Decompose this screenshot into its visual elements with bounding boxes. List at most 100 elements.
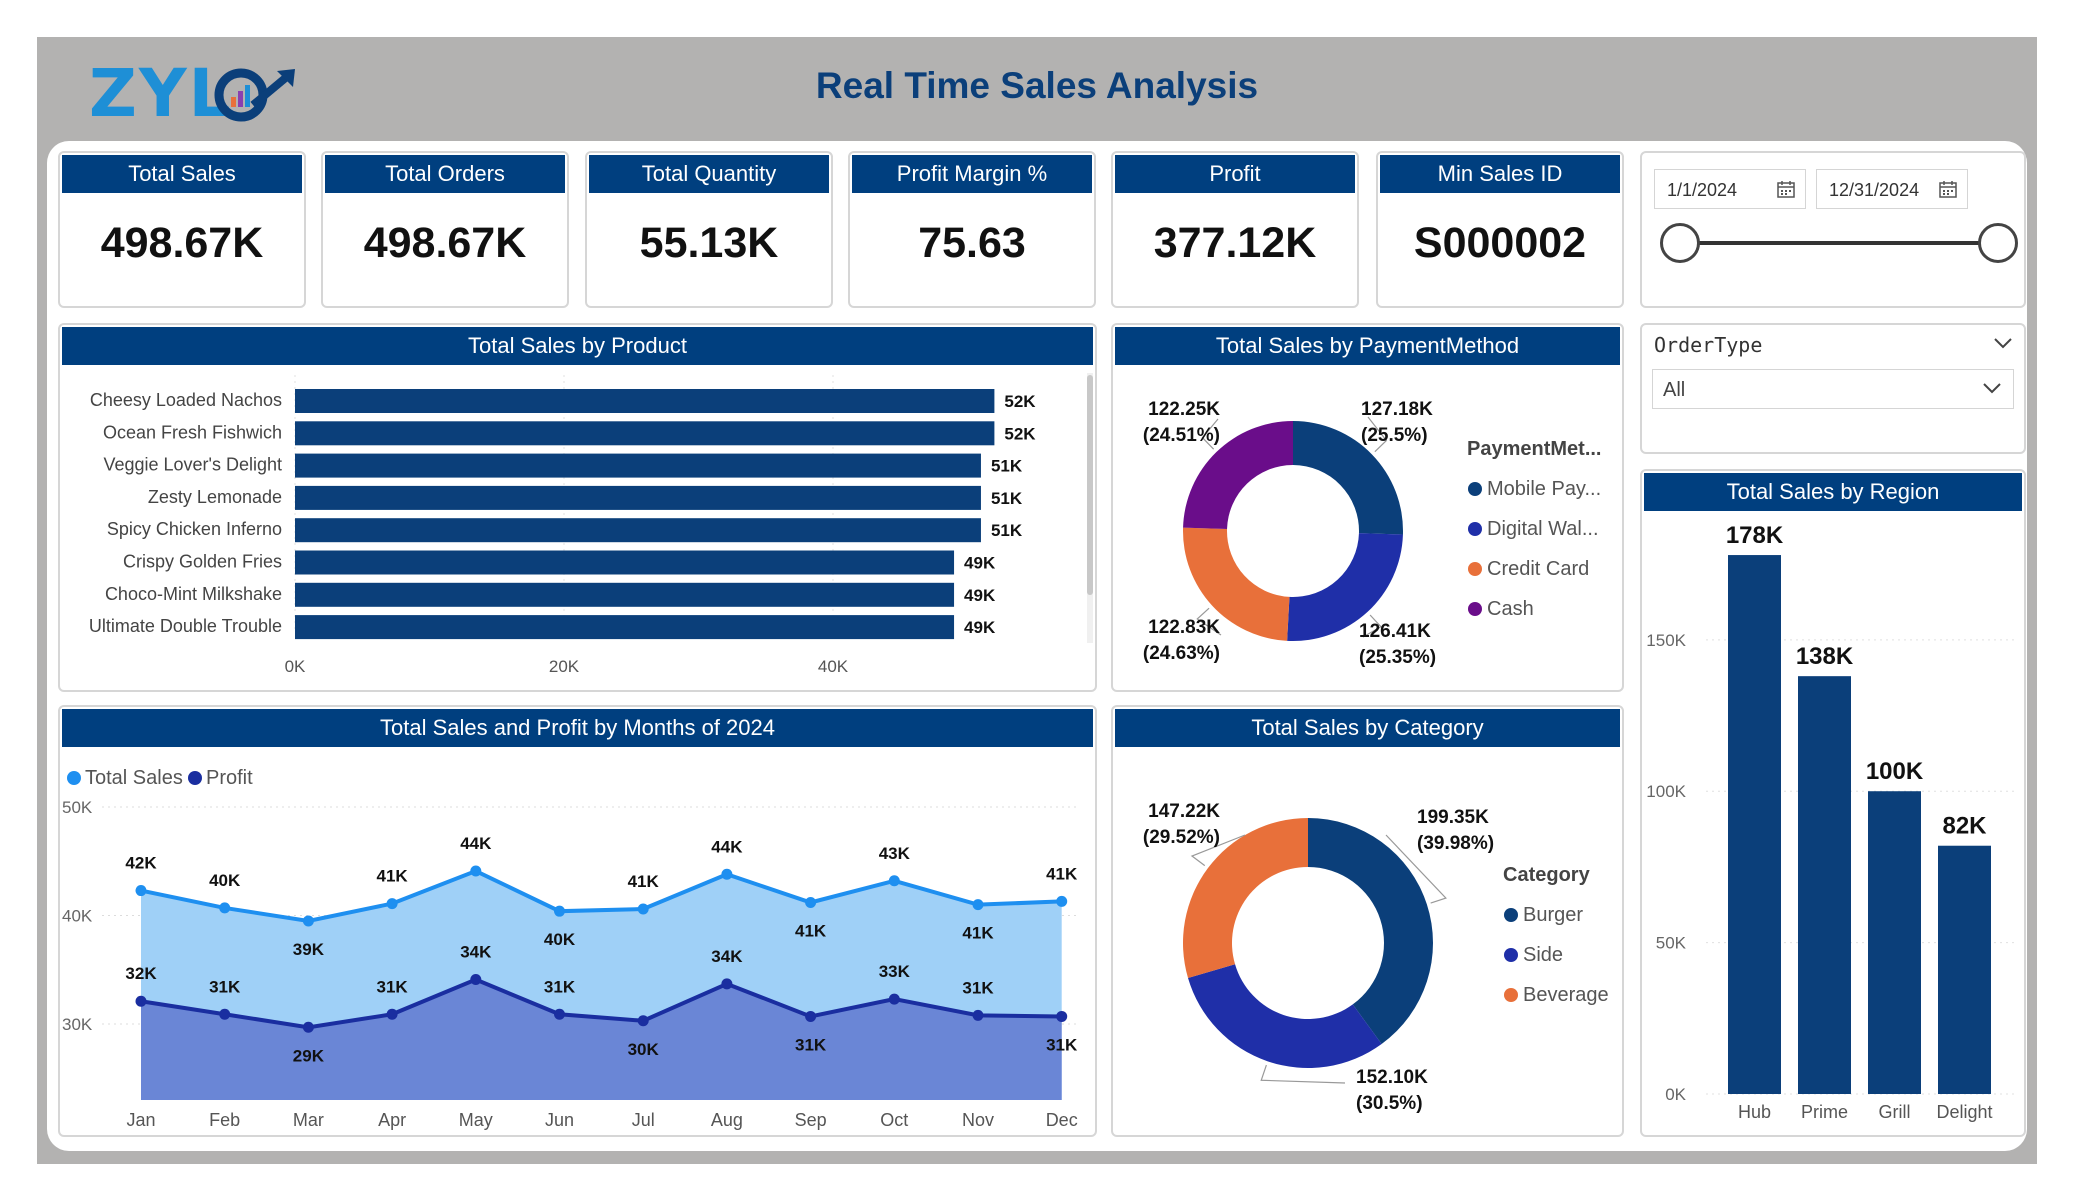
legend-item: Digital Wal...: [1487, 518, 1599, 540]
kpi-label: Profit: [1115, 155, 1355, 193]
order-type-dropdown[interactable]: All: [1652, 369, 2014, 409]
slice-percent-label: (24.63%): [1143, 643, 1220, 664]
bar: [295, 485, 981, 510]
slice-value-label: 152.10K: [1356, 1067, 1428, 1088]
legend-title: Category: [1503, 864, 1591, 886]
total-sales-data-label: 43K: [879, 844, 911, 863]
data-label: 178K: [1726, 522, 1784, 549]
x-tick-label: 40K: [818, 657, 849, 676]
y-category-label: Ocean Fresh Fishwich: [103, 422, 282, 442]
profit-data-label: 33K: [879, 962, 911, 981]
y-category-label: Ultimate Double Trouble: [89, 616, 282, 636]
kpi-card-profit[interactable]: Profit 377.12K: [1111, 151, 1359, 308]
slice-value-label: 147.22K: [1148, 801, 1220, 822]
x-category-label: Nov: [962, 1110, 994, 1130]
legend-marker: [1468, 602, 1482, 616]
profit-point: [386, 1008, 398, 1020]
profit-point: [1056, 1010, 1068, 1022]
legend-marker: [1468, 562, 1482, 576]
scrollbar-thumb[interactable]: [1087, 375, 1093, 595]
profit-point: [219, 1008, 231, 1020]
chart-title: Total Sales by Category: [1115, 709, 1620, 747]
y-category-label: Choco-Mint Milkshake: [105, 584, 282, 604]
kpi-label: Min Sales ID: [1380, 155, 1620, 193]
profit-point: [972, 1009, 984, 1021]
donut-slice: [1308, 818, 1433, 1045]
profit-data-label: 30K: [628, 1040, 660, 1059]
legend-marker: [1468, 522, 1482, 536]
slice-value-label: 127.18K: [1361, 399, 1433, 420]
legend-item: Side: [1523, 944, 1563, 966]
x-tick-label: 0K: [285, 657, 306, 676]
payment-donut-chart: 127.18K (25.5%) 126.41K (25.35%) 122.83K (24.…: [1143, 399, 1602, 668]
y-tick-label: 50K: [62, 798, 93, 817]
x-category-label: Mar: [293, 1110, 324, 1130]
bar: [1728, 555, 1781, 1094]
bar: [295, 615, 955, 640]
y-category-label: Veggie Lover's Delight: [103, 455, 282, 475]
profit-data-label: 31K: [377, 977, 409, 996]
slice-percent-label: (39.98%): [1417, 833, 1494, 854]
order-type-title: OrderType: [1654, 333, 1763, 357]
profit-data-label: 31K: [962, 978, 994, 997]
total-sales-data-label: 42K: [125, 854, 157, 873]
bar: [1938, 845, 1991, 1094]
kpi-card-total-sales[interactable]: Total Sales 498.67K: [58, 151, 306, 308]
payment-method-chart: Total Sales by PaymentMethod 127.18K (25.…: [1111, 323, 1624, 692]
x-category-label: Aug: [711, 1110, 743, 1130]
kpi-card-total-orders[interactable]: Total Orders 498.67K: [321, 151, 569, 308]
profit-data-label: 31K: [544, 977, 576, 996]
bar: [295, 389, 995, 413]
slice-percent-label: (29.52%): [1143, 827, 1220, 848]
end-date-input[interactable]: 12/31/2024: [1816, 169, 1968, 209]
y-tick-label: 150K: [1646, 631, 1686, 650]
profit-data-label: 31K: [1046, 1035, 1078, 1054]
total-sales-data-label: 44K: [460, 834, 492, 853]
donut-slice: [1188, 964, 1382, 1068]
kpi-label: Total Quantity: [589, 155, 829, 193]
total-sales-point: [721, 868, 733, 880]
kpi-value: 75.63: [918, 219, 1026, 267]
x-category-label: Jun: [545, 1110, 574, 1130]
profit-point: [302, 1021, 314, 1033]
profit-data-label: 34K: [460, 943, 492, 962]
data-label: 51K: [991, 457, 1023, 476]
chart-title: Total Sales by PaymentMethod: [1115, 327, 1620, 365]
x-category-label: Jul: [632, 1110, 655, 1130]
data-label: 100K: [1866, 758, 1924, 785]
order-type-selected: All: [1663, 379, 1686, 401]
bar: [1868, 791, 1921, 1094]
y-category-label: Zesty Lemonade: [148, 487, 282, 507]
category-donut-chart: 199.35K (39.98%) 152.10K (30.5%) 147.22K (29.…: [1143, 801, 1609, 1114]
bar: [295, 582, 955, 607]
total-sales-data-label: 41K: [795, 921, 827, 940]
legend-marker: [1504, 988, 1518, 1002]
x-category-label: Apr: [378, 1110, 406, 1130]
chart-title: Total Sales and Profit by Months of 2024: [62, 709, 1093, 747]
legend-item: Total Sales: [85, 767, 183, 789]
data-label: 82K: [1942, 813, 1987, 840]
calendar-icon[interactable]: [1777, 180, 1795, 198]
dashboard-frame: ZYL Real Time Sales Analysis Total Sales…: [37, 37, 2037, 1164]
date-slider-track[interactable]: [1680, 241, 1998, 245]
y-category-label: Cheesy Loaded Nachos: [90, 390, 282, 410]
profit-data-label: 34K: [711, 947, 743, 966]
chevron-down-icon[interactable]: [1994, 337, 2012, 349]
date-slider-end-handle[interactable]: [1978, 223, 2018, 263]
profit-point: [888, 993, 900, 1005]
profit-point: [554, 1008, 565, 1020]
date-slider-start-handle[interactable]: [1660, 223, 1700, 263]
kpi-value: 377.12K: [1153, 219, 1317, 267]
total-sales-point: [637, 903, 649, 915]
kpi-card-total-quantity[interactable]: Total Quantity 55.13K: [585, 151, 833, 308]
kpi-label: Profit Margin %: [852, 155, 1092, 193]
total-sales-data-label: 40K: [209, 871, 241, 890]
kpi-card-min-sales-id[interactable]: Min Sales ID S000002: [1376, 151, 1624, 308]
start-date-input[interactable]: 1/1/2024: [1654, 169, 1806, 209]
calendar-icon[interactable]: [1939, 180, 1957, 198]
total-sales-data-label: 41K: [628, 872, 660, 891]
region-sales-chart: Total Sales by Region 0K 50K 100K 150K 178K H…: [1640, 469, 2026, 1137]
kpi-card-profit-margin[interactable]: Profit Margin % 75.63: [848, 151, 1096, 308]
profit-point: [470, 974, 482, 986]
legend-item: Profit: [206, 767, 253, 789]
